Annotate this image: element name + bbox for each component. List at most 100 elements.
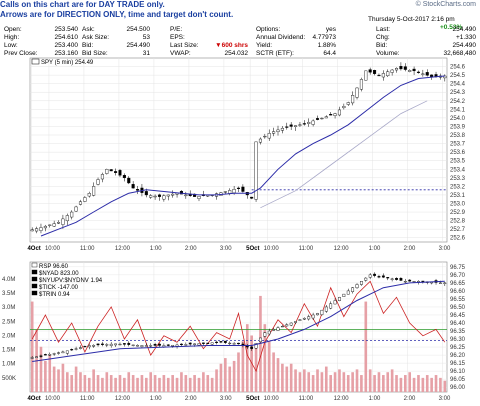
rsp-candle-body bbox=[364, 277, 368, 281]
volume-bar bbox=[105, 372, 109, 392]
candle-body bbox=[74, 206, 78, 212]
rsp-candle-body bbox=[302, 317, 306, 320]
candle-body bbox=[276, 129, 280, 133]
rsp-candle-body bbox=[408, 279, 412, 282]
volume-bar bbox=[44, 360, 47, 392]
breadth-x-tick: 1:00 bbox=[369, 396, 381, 402]
rsp-candle-body bbox=[329, 303, 333, 309]
volume-bar bbox=[70, 375, 74, 392]
volume-y-tick: 500K bbox=[2, 376, 16, 382]
candle-body bbox=[364, 70, 368, 81]
candle-body bbox=[78, 201, 82, 205]
price-y-tick: 253.9 bbox=[450, 124, 466, 130]
candle-body bbox=[408, 69, 412, 72]
candle-body bbox=[57, 222, 61, 224]
candle-body bbox=[421, 73, 425, 75]
volume-bar bbox=[140, 375, 144, 392]
volume-bar bbox=[92, 369, 95, 392]
breadth-y-tick: 96.15 bbox=[450, 361, 466, 367]
candle-body bbox=[166, 194, 170, 197]
rsp-candle-body bbox=[346, 290, 350, 295]
breadth-legend-swatch bbox=[31, 283, 38, 289]
candle-body bbox=[315, 118, 320, 120]
rsp-candle-body bbox=[48, 354, 52, 356]
volume-bar bbox=[412, 377, 416, 392]
rsp-candle-body bbox=[250, 346, 254, 349]
volume-bar bbox=[272, 352, 275, 392]
price-y-tick: 253.1 bbox=[450, 193, 466, 199]
volume-bar bbox=[346, 375, 350, 392]
volume-bar bbox=[408, 372, 412, 392]
rsp-candle-body bbox=[395, 278, 398, 280]
candle-body bbox=[197, 196, 201, 199]
volume-bar bbox=[158, 377, 161, 392]
candle-body bbox=[272, 131, 276, 134]
candle-body bbox=[298, 124, 302, 126]
breadth-y-tick: 96.60 bbox=[450, 289, 466, 295]
volume-bar bbox=[403, 375, 407, 392]
volume-bar bbox=[145, 377, 148, 392]
price-y-tick: 254.5 bbox=[450, 73, 466, 79]
breadth-x-tick: 12:00 bbox=[115, 396, 131, 402]
price-y-tick: 254.6 bbox=[450, 65, 466, 71]
volume-bar bbox=[289, 363, 293, 392]
volume-bar bbox=[118, 375, 122, 392]
volume-bar bbox=[382, 375, 385, 392]
volume-bar bbox=[153, 375, 157, 392]
rsp-candle-body bbox=[373, 273, 376, 276]
candle-body bbox=[333, 113, 337, 116]
candle-body bbox=[359, 79, 363, 90]
rsp-candle-body bbox=[193, 343, 197, 345]
breadth-y-tick: 96.70 bbox=[450, 273, 466, 279]
candle-body bbox=[434, 74, 438, 77]
breadth-y-tick: 96.00 bbox=[450, 385, 466, 391]
candle-body bbox=[355, 87, 359, 98]
breadth-legend-item: $TRIN 0.94 bbox=[39, 292, 70, 298]
breadth-legend-swatch bbox=[31, 269, 38, 275]
candle-body bbox=[232, 189, 236, 194]
price-y-tick: 253.6 bbox=[450, 150, 466, 156]
breadth-y-tick: 96.45 bbox=[450, 313, 466, 319]
rsp-candle-body bbox=[298, 319, 302, 321]
volume-bar bbox=[377, 372, 381, 392]
rsp-candle-body bbox=[443, 282, 447, 284]
breadth-y-tick: 96.40 bbox=[450, 321, 466, 327]
candle-body bbox=[223, 191, 227, 193]
candle-body bbox=[416, 71, 420, 73]
rsp-candle-body bbox=[140, 345, 144, 347]
breadth-x-tick: 3:00 bbox=[220, 396, 232, 402]
rsp-candle-body bbox=[74, 348, 78, 350]
price-x-tick: 2:00 bbox=[404, 246, 416, 252]
candle-body bbox=[114, 171, 118, 173]
rsp-candle-body bbox=[263, 332, 267, 337]
price-legend: SPY (5 min) 254.49 bbox=[41, 60, 94, 66]
candle-body bbox=[241, 186, 245, 192]
rsp-candle-body bbox=[30, 357, 34, 359]
rsp-candle-body bbox=[219, 341, 223, 343]
candle-body bbox=[324, 116, 328, 119]
rsp-candle-body bbox=[381, 275, 385, 278]
rsp-candle-body bbox=[105, 344, 109, 346]
volume-y-tick: 2.5M bbox=[2, 319, 15, 325]
rsp-candle-body bbox=[158, 343, 161, 346]
rsp-candle-body bbox=[368, 274, 372, 278]
volume-bar bbox=[329, 375, 332, 392]
price-y-tick: 253.4 bbox=[450, 167, 466, 173]
breadth-legend-swatch bbox=[31, 262, 38, 268]
price-y-tick: 253.0 bbox=[450, 201, 466, 207]
price-x-tick: 10:00 bbox=[264, 246, 280, 252]
rsp-candle-body bbox=[171, 344, 175, 347]
volume-bar bbox=[180, 372, 183, 392]
volume-bar bbox=[224, 358, 227, 392]
volume-bar bbox=[184, 375, 188, 392]
volume-bar bbox=[425, 375, 429, 392]
breadth-y-tick: 96.50 bbox=[450, 305, 466, 311]
volume-bar bbox=[311, 375, 315, 392]
volume-bar bbox=[373, 375, 376, 392]
volume-bar bbox=[171, 375, 174, 392]
price-y-tick: 252.7 bbox=[450, 227, 466, 233]
rsp-candle-body bbox=[289, 322, 293, 326]
volume-bar bbox=[399, 377, 403, 392]
candle-body bbox=[127, 177, 131, 184]
volume-bar bbox=[303, 369, 306, 392]
